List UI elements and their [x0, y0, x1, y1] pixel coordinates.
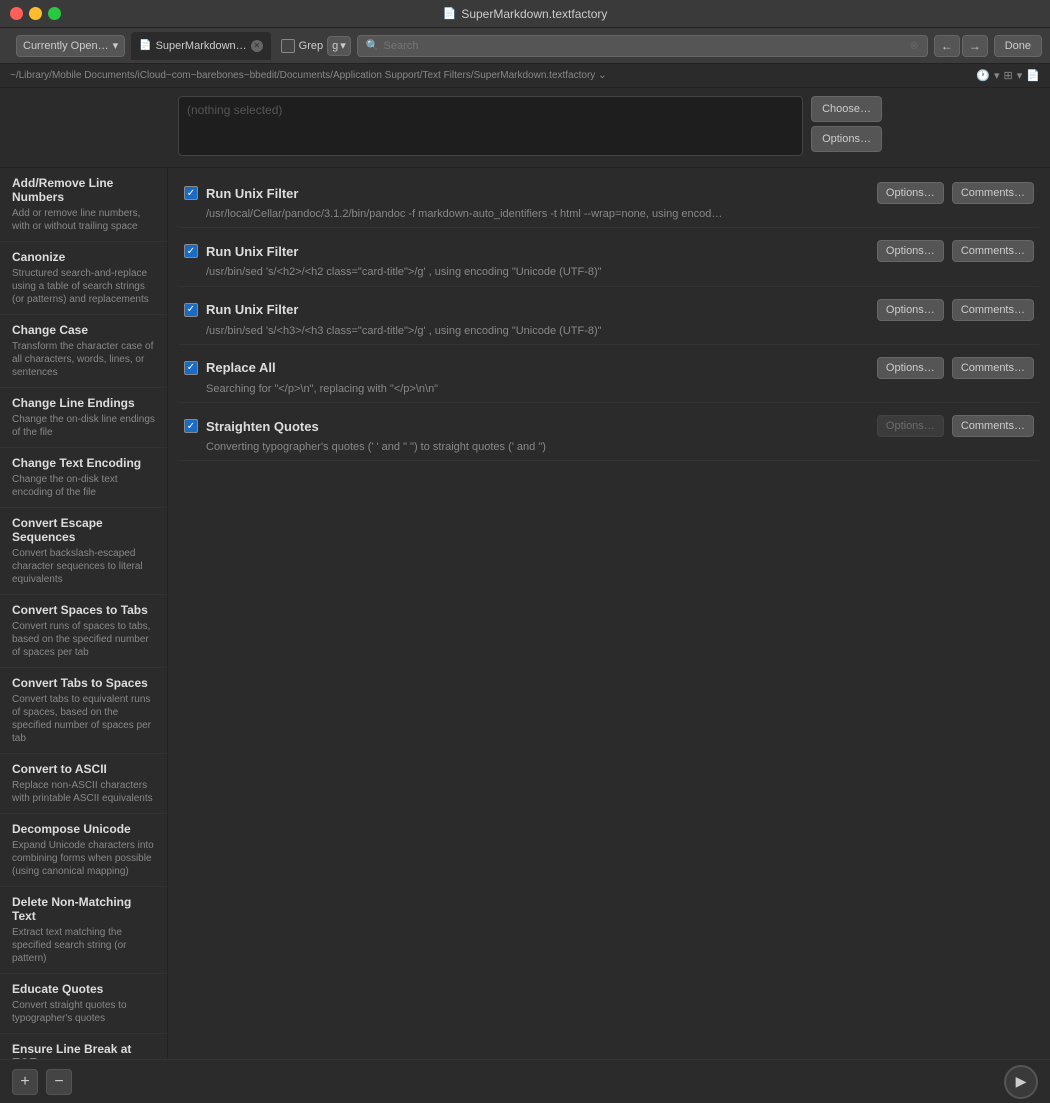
history-icon[interactable]: 🕐 [976, 69, 990, 82]
list-item[interactable]: Convert Escape Sequences Convert backsla… [0, 508, 167, 595]
list-item[interactable]: Convert Tabs to Spaces Convert tabs to e… [0, 668, 167, 754]
filter-row: ✓ Straighten Quotes Options… Comments… C… [176, 409, 1042, 461]
tab-close-button[interactable]: ✕ [251, 40, 263, 52]
comments-button[interactable]: Comments… [952, 415, 1034, 437]
filter-row-header: ✓ Run Unix Filter Options… Comments… [184, 182, 1034, 204]
grep-checkbox[interactable] [281, 39, 295, 53]
add-filter-button[interactable]: + [12, 1069, 38, 1095]
preview-area: (nothing selected) Choose… Options… [0, 88, 1050, 168]
filter-row-header: ✓ Run Unix Filter Options… Comments… [184, 240, 1034, 262]
minimize-button[interactable] [29, 7, 42, 20]
filter-checkbox[interactable]: ✓ [184, 303, 198, 317]
toolbar: Currently Open… ▾ 📄 SuperMarkdown… ✕ Gre… [0, 28, 1050, 64]
comments-button[interactable]: Comments… [952, 357, 1034, 379]
nav-forward-button[interactable]: → [962, 35, 988, 57]
chevron-down-icon-2[interactable]: ▾ [1017, 69, 1023, 82]
pathbar: ~/Library/Mobile Documents/iCloud~com~ba… [0, 64, 1050, 88]
navigation-buttons: ← → [934, 35, 988, 57]
grep-mode-dropdown[interactable]: g ▾ [327, 36, 351, 56]
search-icon: 🔍 [366, 39, 380, 52]
filter-row-header: ✓ Replace All Options… Comments… [184, 357, 1034, 379]
list-item[interactable]: Delete Non-Matching Text Extract text ma… [0, 887, 167, 974]
options-button[interactable]: Options… [877, 299, 944, 321]
open-tab[interactable]: 📄 SuperMarkdown… ✕ [131, 32, 271, 60]
chevron-down-icon[interactable]: ▾ [994, 69, 1000, 82]
list-item[interactable]: Decompose Unicode Expand Unicode charact… [0, 814, 167, 887]
filter-row: ✓ Run Unix Filter Options… Comments… /us… [176, 293, 1042, 345]
nav-back-button[interactable]: ← [934, 35, 960, 57]
comments-button[interactable]: Comments… [952, 182, 1034, 204]
maximize-button[interactable] [48, 7, 61, 20]
preview-placeholder: (nothing selected) [187, 103, 282, 117]
titlebar: 📄 SuperMarkdown.textfactory [0, 0, 1050, 28]
tab-icon: 📄 [139, 40, 151, 51]
window-controls[interactable] [10, 7, 61, 20]
body-layout: Add/Remove Line Numbers Add or remove li… [0, 168, 1050, 1059]
preview-input: (nothing selected) [178, 96, 803, 156]
list-item[interactable]: Add/Remove Line Numbers Add or remove li… [0, 168, 167, 242]
list-item[interactable]: Change Line Endings Change the on-disk l… [0, 388, 167, 448]
filter-row: ✓ Replace All Options… Comments… Searchi… [176, 351, 1042, 403]
preview-buttons: Choose… Options… [811, 96, 882, 152]
list-item[interactable]: Educate Quotes Convert straight quotes t… [0, 974, 167, 1034]
options-button[interactable]: Options… [811, 126, 882, 152]
remove-filter-button[interactable]: − [46, 1069, 72, 1095]
filter-list: Add/Remove Line Numbers Add or remove li… [0, 168, 167, 1059]
filter-sidebar: Add/Remove Line Numbers Add or remove li… [0, 168, 168, 1059]
window-title: 📄 SuperMarkdown.textfactory [443, 7, 608, 21]
filter-row: ✓ Run Unix Filter Options… Comments… /us… [176, 176, 1042, 228]
list-item[interactable]: Change Text Encoding Change the on-disk … [0, 448, 167, 508]
filter-checkbox[interactable]: ✓ [184, 419, 198, 433]
filter-checkbox[interactable]: ✓ [184, 186, 198, 200]
choose-button[interactable]: Choose… [811, 96, 882, 122]
list-item[interactable]: Canonize Structured search-and-replace u… [0, 242, 167, 315]
list-item[interactable]: Convert Spaces to Tabs Convert runs of s… [0, 595, 167, 668]
filter-checkbox[interactable]: ✓ [184, 244, 198, 258]
grep-area: Grep g ▾ [281, 36, 351, 56]
filter-row-header: ✓ Run Unix Filter Options… Comments… [184, 299, 1034, 321]
list-item[interactable]: Convert to ASCII Replace non-ASCII chara… [0, 754, 167, 814]
search-bar[interactable]: 🔍 ⊗ [357, 35, 928, 57]
right-panel: ✓ Run Unix Filter Options… Comments… /us… [168, 168, 1050, 1059]
title-icon: 📄 [443, 7, 457, 20]
options-button[interactable]: Options… [877, 182, 944, 204]
list-item[interactable]: Ensure Line Break at EOF Add a line brea… [0, 1034, 167, 1059]
list-item[interactable]: Change Case Transform the character case… [0, 315, 167, 388]
chevron-down-icon: ▾ [340, 39, 346, 52]
main-content: (nothing selected) Choose… Options… Add/… [0, 88, 1050, 1103]
currently-open-dropdown[interactable]: Currently Open… ▾ [16, 35, 125, 57]
search-input[interactable] [384, 40, 906, 52]
layers-icon[interactable]: ⊞ [1004, 69, 1013, 82]
done-button[interactable]: Done [994, 35, 1042, 57]
doc-icon[interactable]: 📄 [1026, 69, 1040, 82]
options-button: Options… [877, 415, 944, 437]
filter-checkbox[interactable]: ✓ [184, 361, 198, 375]
grep-label: Grep [299, 40, 323, 52]
options-button[interactable]: Options… [877, 240, 944, 262]
bottom-bar: + − ▶ [0, 1059, 1050, 1103]
close-button[interactable] [10, 7, 23, 20]
chevron-down-icon: ▾ [113, 39, 119, 52]
file-path: ~/Library/Mobile Documents/iCloud~com~ba… [10, 70, 606, 81]
options-button[interactable]: Options… [877, 357, 944, 379]
filter-row-header: ✓ Straighten Quotes Options… Comments… [184, 415, 1034, 437]
comments-button[interactable]: Comments… [952, 240, 1034, 262]
search-clear-icon: ⊗ [909, 39, 918, 52]
filter-row: ✓ Run Unix Filter Options… Comments… /us… [176, 234, 1042, 286]
pathbar-icons: 🕐 ▾ ⊞ ▾ 📄 [976, 69, 1040, 82]
play-button[interactable]: ▶ [1004, 1065, 1038, 1099]
comments-button[interactable]: Comments… [952, 299, 1034, 321]
